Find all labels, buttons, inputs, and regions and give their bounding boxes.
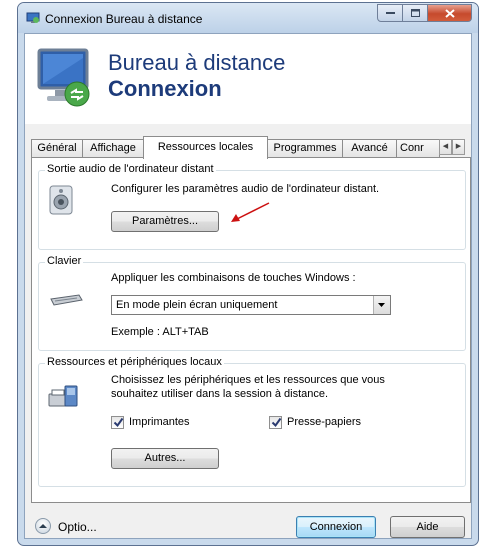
- tab-strip: Général Affichage Ressources locales Pro…: [31, 136, 471, 159]
- header-title-line1: Bureau à distance: [108, 50, 286, 75]
- tab-programs[interactable]: Programmes: [267, 139, 343, 158]
- remote-desktop-window: Connexion Bureau à distance Bureau à dis…: [17, 2, 479, 546]
- speaker-icon: [49, 185, 73, 215]
- tab-local-resources[interactable]: Ressources locales: [143, 136, 268, 159]
- options-label[interactable]: Optio...: [58, 520, 97, 534]
- keyboard-example: Exemple : ALT+TAB: [111, 326, 209, 338]
- minimize-button[interactable]: [377, 4, 403, 22]
- arrow-right-icon: ▶: [455, 143, 462, 150]
- keyboard-description: Appliquer les combinaisons de touches Wi…: [111, 272, 356, 284]
- close-icon: [444, 8, 455, 18]
- keyboard-mode-value: En mode plein écran uniquement: [116, 299, 278, 311]
- tab-scroll-left-button[interactable]: ◀: [439, 139, 452, 155]
- annotation-arrow: [231, 202, 270, 222]
- checkmark-icon: [271, 417, 282, 428]
- maximize-icon: [410, 9, 420, 17]
- header-banner: Bureau à distance Connexion: [25, 34, 471, 124]
- options-toggle-button[interactable]: [35, 518, 51, 534]
- resources-description-line2: souhaitez utiliser dans la session à dis…: [111, 388, 329, 400]
- resources-description-line1: Choisissez les périphériques et les ress…: [111, 374, 385, 386]
- audio-settings-button[interactable]: Paramètres...: [111, 211, 219, 232]
- local-resources-group-title: Ressources et périphériques locaux: [45, 356, 224, 368]
- remote-desktop-logo-icon: [37, 48, 90, 107]
- chevron-up-icon: [39, 524, 47, 528]
- audio-description: Configurer les paramètres audio de l'ord…: [111, 183, 380, 195]
- more-resources-button[interactable]: Autres...: [111, 448, 219, 469]
- window-title: Connexion Bureau à distance: [45, 12, 203, 26]
- tab-panel-local-resources: Sortie audio de l'ordinateur distant Con…: [31, 157, 471, 503]
- dropdown-button[interactable]: [373, 296, 390, 314]
- printers-label[interactable]: Imprimantes: [129, 416, 190, 428]
- clipboard-label[interactable]: Presse-papiers: [287, 416, 361, 428]
- audio-group-title: Sortie audio de l'ordinateur distant: [45, 163, 216, 175]
- arrow-left-icon: ◀: [442, 143, 449, 150]
- chevron-down-icon: [378, 303, 385, 307]
- maximize-button[interactable]: [403, 4, 428, 22]
- tab-scroll-right-button[interactable]: ▶: [452, 139, 465, 155]
- tab-general[interactable]: Général: [31, 139, 83, 158]
- clipboard-checkbox[interactable]: [269, 416, 282, 429]
- checkmark-icon: [113, 417, 124, 428]
- close-button[interactable]: [428, 4, 472, 22]
- audio-group: Sortie audio de l'ordinateur distant Con…: [38, 163, 466, 250]
- keyboard-mode-select[interactable]: En mode plein écran uniquement: [111, 295, 391, 315]
- title-bar[interactable]: Connexion Bureau à distance: [18, 3, 478, 33]
- keyboard-icon: [50, 294, 83, 306]
- local-resources-group: Ressources et périphériques locaux Chois…: [38, 356, 466, 487]
- minimize-icon: [385, 12, 395, 14]
- remote-desktop-app-icon: [26, 12, 40, 23]
- connect-button[interactable]: Connexion: [296, 516, 376, 538]
- dialog-footer: Optio... Connexion Aide: [25, 504, 471, 540]
- tab-advanced[interactable]: Avancé: [342, 139, 397, 158]
- keyboard-group-title: Clavier: [45, 255, 84, 267]
- header-title-line2: Connexion: [108, 76, 222, 101]
- tab-display[interactable]: Affichage: [82, 139, 144, 158]
- window-controls: [377, 4, 472, 22]
- devices-icon: [48, 385, 78, 407]
- client-area: Bureau à distance Connexion Général Affi…: [24, 33, 472, 539]
- help-button[interactable]: Aide: [390, 516, 465, 538]
- keyboard-group: Clavier Appliquer les combinaisons de to…: [38, 255, 466, 351]
- tab-connection[interactable]: Conr: [396, 139, 440, 158]
- printers-checkbox[interactable]: [111, 416, 124, 429]
